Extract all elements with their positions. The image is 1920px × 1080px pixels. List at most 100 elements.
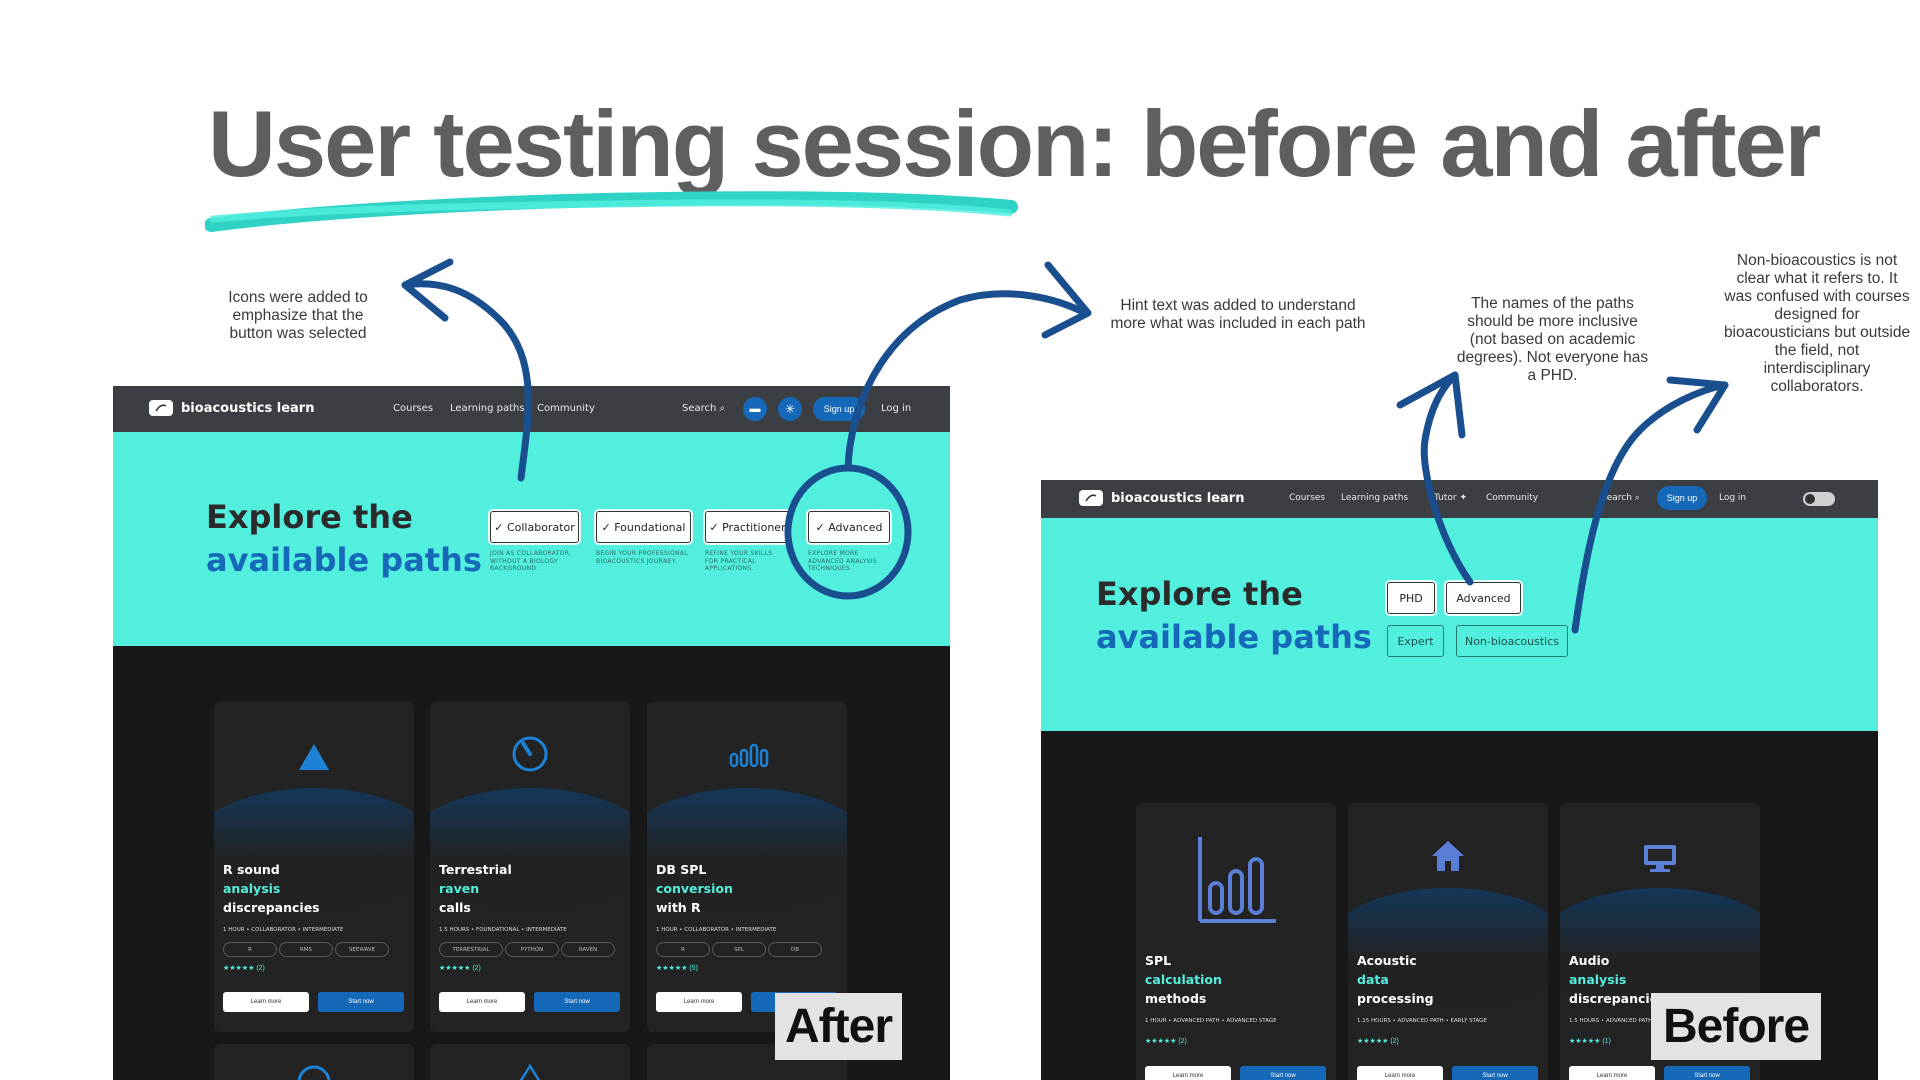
after-hero: Explore the available paths ✓ Collaborat… [113,432,950,646]
card-tag[interactable]: RMS [279,942,333,957]
path-button-phd[interactable]: PHD [1387,582,1435,614]
path-button-foundational[interactable]: ✓ Foundational [596,511,691,543]
bar-chart-icon [1198,837,1276,923]
card-tag[interactable]: RAVEN [561,942,615,957]
before-nav-login[interactable]: Log in [1719,493,1746,503]
check-icon: ✓ [494,520,507,534]
card-rating: ★★★★★ (2) [223,965,265,972]
start-now-button[interactable]: Start now [534,992,620,1012]
learn-more-button[interactable]: Learn more [656,992,742,1012]
after-logo[interactable]: bioacoustics learn [149,400,314,416]
start-now-button[interactable]: Start now [318,992,404,1012]
after-hero-heading: Explore the available paths [206,496,482,582]
after-logo-text: bioacoustics learn [181,400,315,416]
path-button-non-bioacoustics[interactable]: Non-bioacoustics [1456,625,1568,657]
search-icon: ⌕ [719,403,726,414]
check-icon: ✓ [709,520,723,534]
after-search-label: Search [682,403,717,414]
card-tag[interactable]: PYTHON [505,942,559,957]
before-nav-search[interactable]: Search ⌕ [1601,493,1640,503]
arrow-icons-head [401,258,454,322]
course-card: Terrestrial raven calls 1.5 HOURS • FOUNDA… [430,702,630,1032]
sun-icon[interactable]: ✳ [778,397,802,421]
before-search-label: Search [1601,493,1632,503]
before-logo-text: bioacoustics learn [1111,490,1245,506]
before-hero: Explore the available paths PHD Advanced… [1041,518,1878,731]
path-button-expert[interactable]: Expert [1387,625,1444,657]
course-card-partial [430,1044,630,1080]
path-button-practitioner[interactable]: ✓ Practitioner [705,511,790,543]
path-button-advanced[interactable]: Advanced [1446,582,1521,614]
before-signup-button[interactable]: Sign up [1657,486,1707,510]
card-tag[interactable]: R [223,942,277,957]
start-now-button[interactable]: Start now [1452,1066,1538,1080]
card-tag[interactable]: SPL [712,942,766,957]
card-meta: 1.5 HOURS • FOUNDATIONAL • INTERMEDIATE [439,927,567,933]
path-hint-foundational: Begin your professional bioacoustics jou… [596,550,688,565]
card-rating: ★★★★★ (2) [439,965,481,972]
card-tag[interactable]: TERRESTRIAL [439,942,503,957]
after-nav-courses[interactable]: Courses [393,403,433,414]
logo-icon [1079,490,1103,506]
before-nav-courses[interactable]: Courses [1289,493,1325,503]
slide-title: User testing session: before and after [208,91,1821,196]
before-nav-community[interactable]: Community [1486,493,1538,503]
card-meta: 1 HOUR • COLLABORATOR • INTERMEDIATE [223,927,344,933]
card-rating: ★★★★★ (5) [656,965,698,972]
card-meta: 1 HOUR • COLLABORATOR • INTERMEDIATE [656,927,777,933]
path-button-collaborator[interactable]: ✓ Collaborator [490,511,579,543]
after-nav-learning-paths[interactable]: Learning paths [450,403,525,414]
before-nav-tutor[interactable]: Tutor ✦ [1434,493,1467,503]
card-title: R sound analysis discrepancies [223,862,320,915]
after-nav-community[interactable]: Community [537,403,595,414]
check-icon: ✓ [815,520,829,534]
before-mockup: bioacoustics learn Courses Learning path… [1041,480,1878,1080]
path-label: Advanced [828,520,883,534]
before-hero-heading: Explore the available paths [1096,573,1372,659]
start-now-button[interactable]: Start now [1664,1066,1750,1080]
card-meta: 1.15 HOURS • ADVANCED PATH • EARLY STAGE [1357,1018,1487,1024]
after-nav-search[interactable]: Search ⌕ [682,403,725,414]
after-hero-line2: available paths [206,541,482,579]
card-title: Terrestrial raven calls [439,862,512,915]
home-icon [1432,841,1464,871]
after-mockup: bioacoustics learn Courses Learning path… [113,386,950,1080]
after-signup-button[interactable]: Sign up [813,397,865,421]
course-card: DB SPL conversion with R 1 HOUR • COLLABOR… [647,702,847,1032]
card-rating: ★★★★★ (1) [1569,1038,1611,1045]
card-meta: 1 HOUR • ADVANCED PATH • ADVANCED STAGE [1145,1018,1277,1024]
card-title: SPL calculation methods [1145,953,1222,1006]
card-tag[interactable]: SEEWAVE [335,942,389,957]
card-tag[interactable]: DB [768,942,822,957]
course-card-partial [214,1044,414,1080]
learn-more-button[interactable]: Learn more [1357,1066,1443,1080]
course-card: SPL calculation methods 1 HOUR • ADVANCED … [1136,803,1336,1080]
start-now-button[interactable]: Start now [1240,1066,1326,1080]
arrow-names-head [1396,371,1466,439]
before-hero-line2: available paths [1096,618,1372,656]
chat-icon[interactable]: ▬ [743,397,767,421]
after-nav-login[interactable]: Log in [881,403,911,414]
toggle-knob [1805,494,1815,504]
card-title: DB SPL conversion with R [656,862,733,915]
before-label: Before [1651,993,1821,1060]
learn-more-button[interactable]: Learn more [223,992,309,1012]
card-tag[interactable]: R [656,942,710,957]
learn-more-button[interactable]: Learn more [1145,1066,1231,1080]
note-hint: Hint text was added to understand more w… [1110,297,1366,332]
arrow-hint-head [1041,261,1092,339]
course-card: Acoustic data processing 1.15 HOURS • ADVA… [1348,803,1548,1080]
path-button-advanced[interactable]: ✓ Advanced [808,511,890,543]
learn-more-button[interactable]: Learn more [439,992,525,1012]
before-nav-learning-paths[interactable]: Learning paths [1341,493,1408,503]
before-navbar: bioacoustics learn Courses Learning path… [1041,480,1878,518]
learn-more-button[interactable]: Learn more [1569,1066,1655,1080]
arrow-nonbio-head [1666,376,1729,434]
note-icons: Icons were added to emphasize that the b… [228,289,368,342]
triangle-icon [299,744,329,770]
course-card: R sound analysis discrepancies 1 HOUR • CO… [214,702,414,1032]
path-hint-advanced: Explore more advanced analysis technique… [808,550,877,572]
before-logo[interactable]: bioacoustics learn [1079,490,1244,506]
theme-toggle[interactable] [1803,492,1835,506]
triangle-icon [519,1064,541,1080]
